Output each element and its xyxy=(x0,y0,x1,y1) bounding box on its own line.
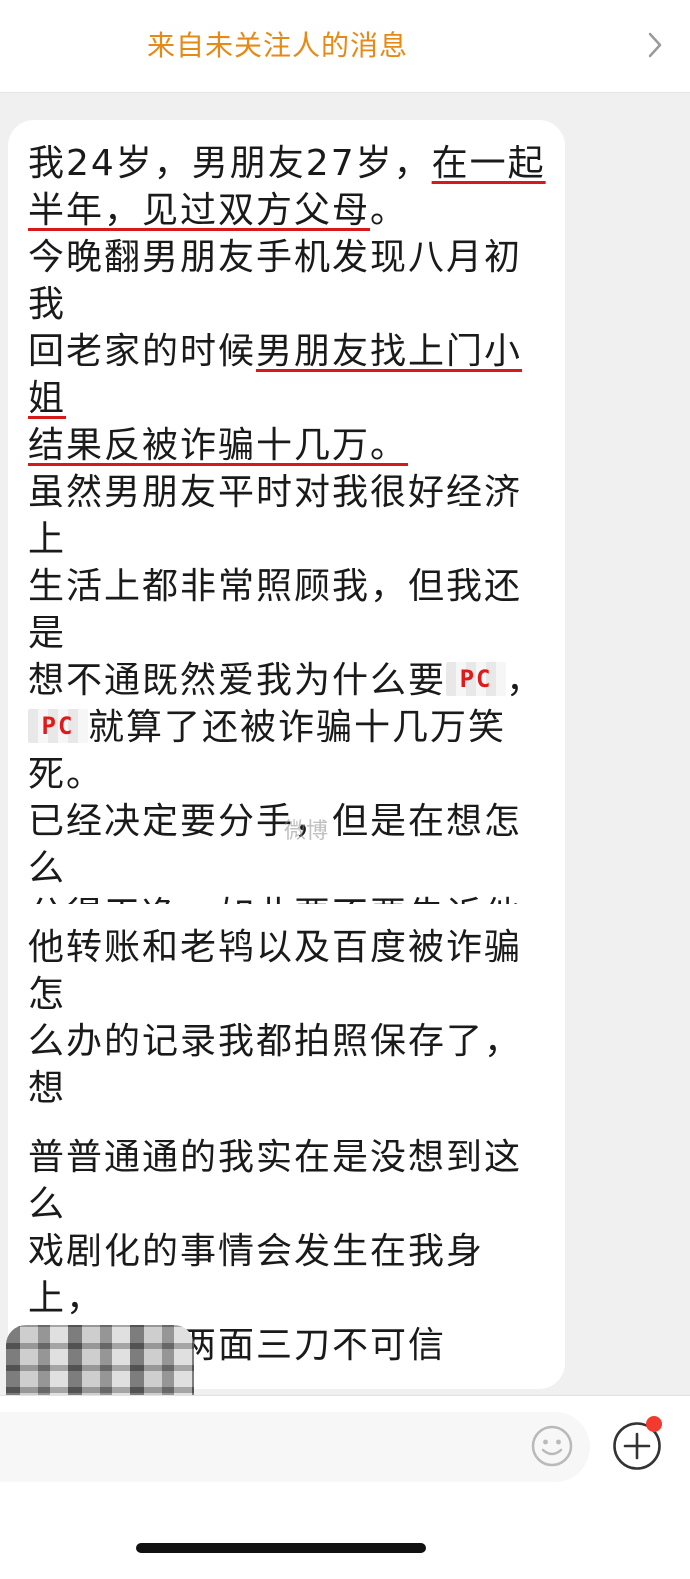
message-line: 么办的记录我都拍照保存了，想 xyxy=(28,1018,551,1112)
underlined-text: 结果反被诈骗十几万。 xyxy=(28,425,409,466)
chat-header: 来自未关注人的消息 xyxy=(0,0,690,93)
message-text: 我24岁，男朋友27岁， xyxy=(28,143,432,184)
home-indicator xyxy=(136,1543,426,1553)
message-text: 生活上都非常照顾我，但我还是 xyxy=(28,566,523,654)
message-line: 生活上都非常照顾我，但我还是 xyxy=(28,563,551,657)
message-text: 已经决定要分手，但是在想怎么 xyxy=(28,801,523,889)
pixelated-text: PC xyxy=(28,709,88,743)
message-text: 想不通既然爱我为什么要 xyxy=(28,660,447,701)
message-text: 戏剧化的事情会发生在我身上， xyxy=(28,1231,485,1319)
message-text: 。 xyxy=(370,190,409,231)
message-list[interactable]: 我24岁，男朋友27岁，在一起 半年，见过双方父母。 今晚翻男朋友手机发现八月初我回… xyxy=(0,93,690,1395)
message-text: 死。 xyxy=(28,754,105,795)
pixelated-label: PC xyxy=(41,712,75,740)
message-line: 想不通既然爱我为什么要 PC ， xyxy=(28,657,551,704)
message-input[interactable] xyxy=(0,1412,590,1482)
pixelated-text: PC xyxy=(446,662,507,696)
message-line: 虽然男朋友平时对我很好经济上 xyxy=(28,469,551,563)
watermark-text: 微博 xyxy=(284,819,329,844)
underlined-text: 在一起 xyxy=(431,143,546,184)
message-line: 半年，见过双方父母。 xyxy=(28,187,551,234)
pixelated-label: PC xyxy=(459,665,493,693)
header-title: 来自未关注人的消息 xyxy=(146,29,408,62)
notification-badge xyxy=(646,1416,662,1432)
message-text: 么办的记录我都拍照保存了，想 xyxy=(28,1021,523,1109)
message-line: 普普通通的我实在是没想到这么 xyxy=(28,1134,551,1228)
message-text: ， xyxy=(506,660,545,701)
message-text: 回老家的时候 xyxy=(28,331,257,372)
message-line: 今晚翻男朋友手机发现八月初我 xyxy=(28,234,551,328)
emoji-icon[interactable] xyxy=(530,1424,574,1468)
photo-message-thumbnail[interactable] xyxy=(6,1325,194,1395)
message-line: 回老家的时候男朋友找上门小姐 xyxy=(28,328,551,422)
message-text: 今晚翻男朋友手机发现八月初我 xyxy=(28,237,523,325)
message-line: 结果反被诈骗十几万。 xyxy=(28,422,551,469)
message-line: 死。 xyxy=(28,751,551,798)
message-text: 普普通通的我实在是没想到这么 xyxy=(28,1137,523,1225)
message-text: 他转账和老鸨以及百度被诈骗怎 xyxy=(28,927,523,1015)
message-line: 我24岁，男朋友27岁，在一起 xyxy=(28,140,551,187)
message-line: 他转账和老鸨以及百度被诈骗怎 xyxy=(28,924,551,1018)
message-text: 就算了还被诈骗十几万笑 xyxy=(88,707,507,748)
chevron-right-icon[interactable] xyxy=(648,32,662,58)
message-line: PC 就算了还被诈骗十几万笑 xyxy=(28,704,551,751)
message-line: 戏剧化的事情会发生在我身上， xyxy=(28,1228,551,1322)
message-text: 虽然男朋友平时对我很好经济上 xyxy=(28,472,523,560)
underlined-text: 半年，见过双方父母 xyxy=(28,190,371,231)
input-bar xyxy=(0,1395,690,1579)
